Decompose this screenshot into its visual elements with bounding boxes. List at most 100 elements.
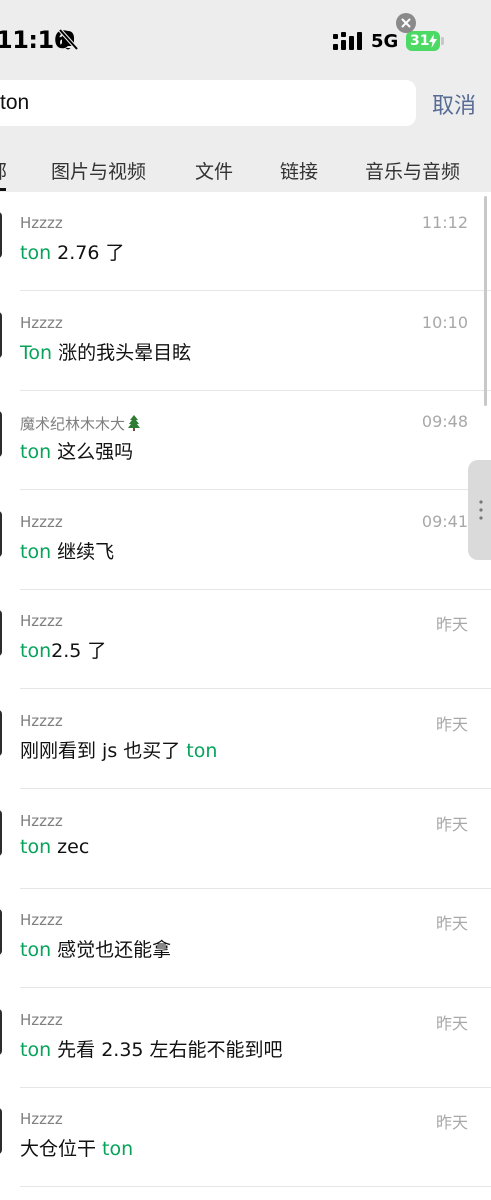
result-message: ton 继续飞: [20, 537, 114, 564]
result-sender: Hzzzz: [20, 214, 63, 232]
result-time: 昨天: [435, 815, 468, 834]
result-time: 昨天: [435, 615, 468, 634]
divider: [20, 489, 491, 490]
result-item[interactable]: Hzzzz 昨天大仓位干 ton: [0, 1088, 491, 1187]
result-sender: 魔术纪林木木大: [20, 413, 141, 434]
highlighted-keyword: ton: [20, 640, 52, 662]
x-icon: [401, 18, 411, 28]
avatar: [0, 511, 2, 557]
result-item[interactable]: Hzzzz 10:10 Ton 涨的我头晕目眩: [0, 292, 491, 391]
result-sender: Hzzzz: [20, 1110, 63, 1128]
avatar: [0, 212, 2, 258]
divider: [20, 788, 491, 789]
cancel-button[interactable]: 取消: [432, 88, 476, 120]
message-text: 大仓位干: [20, 1138, 103, 1160]
result-sender-name: Hzzzz: [20, 911, 63, 929]
result-message: ton 这么强吗: [20, 437, 133, 464]
result-sender-name: Hzzzz: [20, 1011, 63, 1029]
result-sender-name: Hzzzz: [20, 314, 63, 332]
result-item[interactable]: Hzzzz 昨天 ton2.5 了: [0, 590, 491, 689]
result-item[interactable]: Hzzzz 昨天 ton zec: [0, 790, 491, 889]
message-text: 这么强吗: [51, 441, 134, 463]
result-time: 09:41: [421, 512, 468, 531]
result-item[interactable]: Hzzzz 昨天刚刚看到 js 也买了 ton: [0, 690, 491, 789]
avatar: [0, 710, 2, 756]
bell-slash-icon: [58, 28, 79, 51]
tab-music-audio[interactable]: 音乐与音频: [365, 157, 460, 184]
bolt-icon: [429, 34, 437, 48]
message-text: 刚刚看到 js 也买了: [20, 740, 187, 762]
divider: [20, 1186, 491, 1187]
highlighted-keyword: Ton: [20, 342, 53, 364]
result-message: Ton 涨的我头晕目眩: [20, 338, 191, 365]
message-text: 先看 2.35 左右能不能到吧: [51, 1039, 283, 1061]
tab-links[interactable]: 链接: [280, 157, 318, 184]
result-sender: Hzzzz: [20, 314, 63, 332]
highlighted-keyword: ton: [20, 441, 52, 463]
battery-indicator: 31: [406, 31, 440, 51]
result-sender-name: Hzzzz: [20, 214, 63, 232]
result-message: 刚刚看到 js 也买了 ton: [20, 736, 217, 763]
tab-images-videos[interactable]: 图片与视频: [51, 157, 146, 184]
result-time: 09:48: [421, 412, 468, 431]
status-bar: 11:16 5G 31: [0, 0, 491, 76]
result-item[interactable]: Hzzzz 09:41 ton 继续飞: [0, 491, 491, 590]
battery-tip: [441, 37, 444, 45]
result-message: 大仓位干 ton: [20, 1134, 133, 1161]
avatar: [0, 810, 2, 856]
result-sender-name: Hzzzz: [20, 513, 63, 531]
result-sender: Hzzzz: [20, 1011, 63, 1029]
more-dots-icon: [479, 500, 483, 520]
result-item[interactable]: Hzzzz 昨天 ton 先看 2.35 左右能不能到吧: [0, 989, 491, 1088]
result-sender: Hzzzz: [20, 513, 63, 531]
result-sender-name: Hzzzz: [20, 612, 63, 630]
highlighted-keyword: ton: [186, 740, 218, 762]
message-text: 涨的我头晕目眩: [52, 342, 192, 364]
search-result-list: Hzzzz 11:12 ton 2.76 了 Hzzzz 10:10 Ton 涨的我头晕目…: [0, 192, 491, 1200]
result-sender-name: Hzzzz: [20, 812, 63, 830]
result-item[interactable]: Hzzzz 11:12 ton 2.76 了: [0, 192, 491, 291]
search-input[interactable]: [0, 80, 360, 126]
avatar: [0, 411, 2, 457]
result-time: 昨天: [435, 1113, 468, 1132]
message-text: 感觉也还能拿: [51, 939, 172, 961]
result-sender: Hzzzz: [20, 812, 63, 830]
highlighted-keyword: ton: [20, 1039, 52, 1061]
message-text: 继续飞: [51, 541, 115, 563]
result-item[interactable]: Hzzzz 昨天 ton 感觉也还能拿: [0, 889, 491, 988]
highlighted-keyword: ton: [20, 836, 52, 858]
result-sender-name: Hzzzz: [20, 1110, 63, 1128]
avatar: [0, 1108, 2, 1154]
divider: [20, 290, 491, 291]
highlighted-keyword: ton: [20, 939, 52, 961]
result-item[interactable]: 魔术纪林木木大 09:48 ton 这么强吗: [0, 391, 491, 490]
divider: [20, 987, 491, 988]
result-sender-name: Hzzzz: [20, 712, 63, 730]
side-drag-handle[interactable]: [468, 460, 491, 560]
avatar: [0, 909, 2, 955]
tab-files[interactable]: 文件: [195, 157, 233, 184]
active-tab-underline: [0, 188, 6, 191]
message-text: 2.76 了: [51, 242, 125, 264]
result-time: 昨天: [435, 715, 468, 734]
result-time: 11:12: [421, 213, 468, 232]
result-message: ton 2.76 了: [20, 238, 125, 265]
avatar: [0, 610, 2, 656]
result-message: ton 先看 2.35 左右能不能到吧: [20, 1035, 283, 1062]
scroll-indicator[interactable]: [484, 196, 487, 406]
result-sender: Hzzzz: [20, 612, 63, 630]
result-sender-name: 魔术纪林木木大: [20, 415, 126, 433]
result-time: 昨天: [435, 1014, 468, 1033]
battery-level: 31: [410, 33, 430, 49]
tab-all[interactable]: 部: [0, 157, 7, 184]
result-time: 10:10: [421, 313, 468, 332]
result-time: 昨天: [435, 914, 468, 933]
result-sender: Hzzzz: [20, 911, 63, 929]
result-message: ton2.5 了: [20, 636, 106, 663]
tree-icon: [128, 415, 141, 431]
filter-tabs: 部 图片与视频 文件 链接 音乐与音频: [0, 140, 491, 192]
clear-search-icon[interactable]: [396, 13, 416, 33]
result-message: ton 感觉也还能拿: [20, 935, 171, 962]
highlighted-keyword: ton: [20, 541, 52, 563]
search-box[interactable]: [0, 80, 416, 126]
